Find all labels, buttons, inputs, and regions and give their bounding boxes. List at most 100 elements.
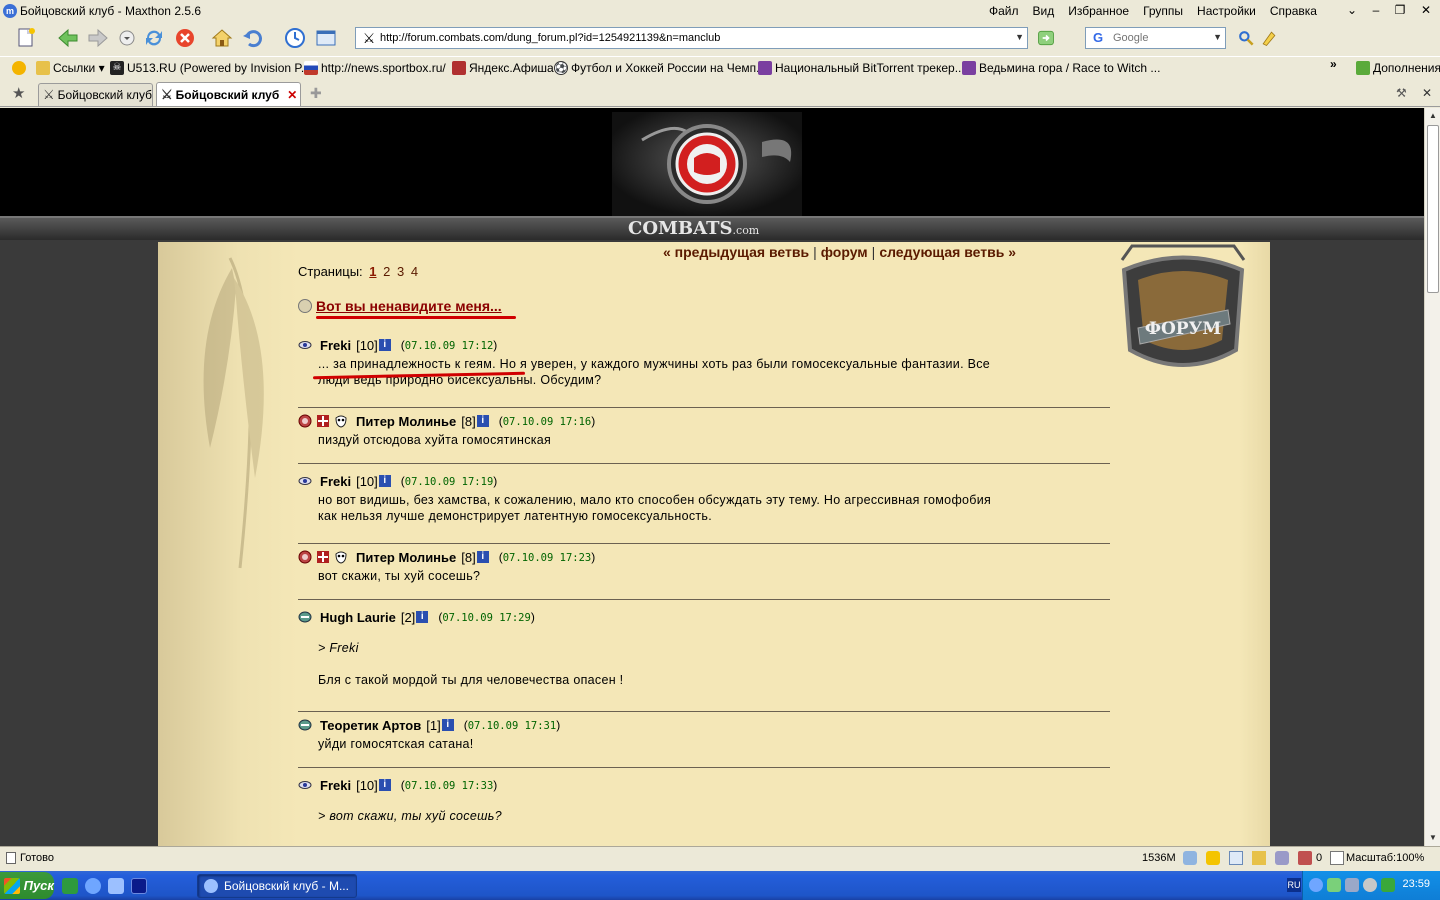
zoom-icon[interactable] [1330,851,1344,865]
links-folder[interactable]: Ссылки ▾ [36,60,105,76]
user-info-icon[interactable]: i [378,779,391,791]
tray-network-icon[interactable] [1327,878,1341,892]
back-button[interactable] [56,26,80,50]
menu-file[interactable]: Файл [982,4,1026,18]
tray-antivirus-icon[interactable] [1381,878,1395,892]
popup-blocker-icon[interactable] [1298,851,1312,865]
tray-monitor-icon[interactable] [1345,878,1359,892]
favorites-star-icon[interactable] [12,60,29,76]
post-author-name[interactable]: Hugh Laurie [320,610,396,625]
mask-icon[interactable] [334,414,348,428]
tools-wrench-icon[interactable]: ⚒ [1396,85,1407,101]
lightning-icon[interactable] [1206,851,1220,865]
page-link-2[interactable]: 2 [383,264,390,279]
eye-icon[interactable] [298,474,312,488]
clan-icon[interactable] [298,414,312,428]
search-input[interactable] [1113,32,1213,44]
address-bar[interactable]: ⚔ ▼ [355,27,1028,49]
close-all-icon[interactable]: ✕ [1422,85,1432,101]
folder-status-icon[interactable] [1252,851,1266,865]
menu-arrow-button[interactable]: ⌄ [1342,2,1362,19]
post-author-name[interactable]: Freki [320,778,351,793]
close-tab-icon[interactable]: ✕ [287,88,297,102]
layers-icon[interactable] [1275,851,1289,865]
search-engine-dropdown-icon[interactable]: ▼ [1213,32,1222,42]
user-info-icon[interactable]: i [476,415,489,427]
scroll-thumb[interactable] [1427,125,1439,293]
menu-favorites[interactable]: Избранное [1061,4,1136,18]
start-button[interactable]: Пуск [0,872,54,899]
menu-groups[interactable]: Группы [1136,4,1190,18]
link-u513[interactable]: ☠ U513.RU (Powered by Invision P... [110,60,311,76]
post-author-name[interactable]: Freki [320,474,351,489]
tab-fight-club-2[interactable]: ⚔ Бойцовский клуб ✕ [156,82,301,106]
scroll-up-icon[interactable]: ▲ [1427,110,1439,122]
page-link-1[interactable]: 1 [369,264,376,279]
mask-icon[interactable] [334,550,348,564]
download-icon[interactable] [1183,851,1197,865]
link-bittorrent[interactable]: Национальный BitTorrent трекер... [758,60,965,76]
next-thread-link[interactable]: следующая ветвь » [879,244,1016,260]
new-tab-button[interactable] [14,26,38,50]
eye-icon[interactable] [298,778,312,792]
history-dropdown-button[interactable] [115,26,139,50]
post-author-name[interactable]: Freki [320,338,351,353]
ie-quicklaunch-icon[interactable] [108,878,124,894]
history-button[interactable] [283,26,307,50]
user-info-icon[interactable]: i [378,475,391,487]
minimize-button[interactable]: – [1366,2,1386,19]
tray-maxthon-icon[interactable] [1309,878,1323,892]
menu-settings[interactable]: Настройки [1190,4,1263,18]
maxthon-quicklaunch-icon[interactable] [85,878,101,894]
beast-icon[interactable] [298,610,312,624]
tab-favorites-star-icon[interactable]: ★ [12,85,25,102]
highlight-button[interactable] [1259,28,1279,48]
link-sportbox[interactable]: http://news.sportbox.ru/ [304,60,446,76]
refresh-button[interactable] [142,26,166,50]
forward-button[interactable] [86,26,110,50]
clan-icon[interactable] [298,550,312,564]
utorrent-quicklaunch-icon[interactable] [62,878,78,894]
post-author-name[interactable]: Теоретик Артов [320,718,421,733]
vertical-scrollbar[interactable]: ▲ ▼ [1424,108,1440,846]
menu-view[interactable]: Вид [1026,4,1062,18]
eye-icon[interactable] [298,338,312,352]
screen-button[interactable] [314,26,338,50]
forum-link[interactable]: форум [821,244,868,260]
stop-button[interactable] [173,26,197,50]
zoom-level[interactable]: Масштаб:100% [1346,852,1424,864]
address-input[interactable] [380,32,1010,44]
link-football-hockey[interactable]: ⚽ Футбол и Хоккей России на Чемп... [554,60,766,76]
post-author-name[interactable]: Питер Молинье [356,550,456,565]
user-info-icon[interactable]: i [441,719,454,731]
address-dropdown-icon[interactable]: ▼ [1015,32,1024,42]
thread-title-link[interactable]: Вот вы ненавидите меня... [316,298,502,314]
screen-capture-icon[interactable] [1229,851,1243,865]
search-button[interactable] [1236,28,1256,48]
tray-disk-icon[interactable] [1363,878,1377,892]
beast-icon[interactable] [298,718,312,732]
search-box[interactable]: G ▼ [1085,27,1226,49]
user-info-icon[interactable]: i [476,551,489,563]
page-link-4[interactable]: 4 [411,264,418,279]
new-tab-plus-icon[interactable]: ✚ [310,85,322,101]
memory-indicator[interactable]: 1536M [1142,852,1176,864]
undo-close-button[interactable] [241,26,265,50]
go-button[interactable] [1036,28,1056,48]
user-info-icon[interactable]: i [378,339,391,351]
post-author-name[interactable]: Питер Молинье [356,414,456,429]
page-link-3[interactable]: 3 [397,264,404,279]
menu-help[interactable]: Справка [1263,4,1324,18]
home-button[interactable] [210,26,234,50]
cross-icon[interactable] [316,414,330,428]
close-window-button[interactable]: ✕ [1416,2,1436,19]
addons-button[interactable]: Дополнения [1356,60,1440,76]
cross-icon[interactable] [316,550,330,564]
tab-fight-club-1[interactable]: ⚔ Бойцовский клуб [38,83,153,106]
prev-thread-link[interactable]: « предыдущая ветвь [663,244,809,260]
scroll-down-icon[interactable]: ▼ [1427,832,1439,844]
links-more-button[interactable]: » [1330,56,1337,72]
maximize-button[interactable]: ❐ [1390,2,1410,19]
link-witch-mountain[interactable]: Ведьмина гора / Race to Witch ... [962,60,1160,76]
user-info-icon[interactable]: i [416,611,429,623]
